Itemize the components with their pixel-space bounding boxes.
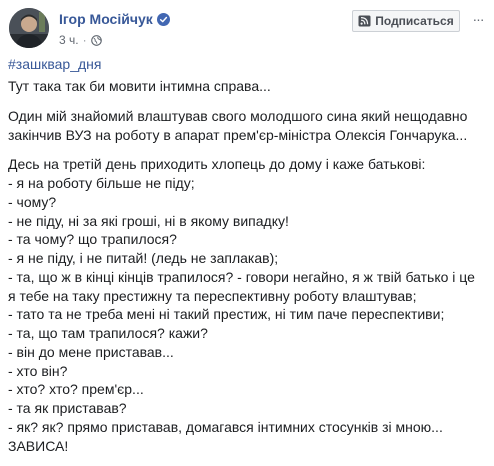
author-name-link[interactable]: Ігор Мосійчук <box>59 11 170 27</box>
post-body: Тут така так би мовити інтимна справа...… <box>8 77 490 466</box>
dialogue-line: - та, що ж в кінці кінців трапилося? - г… <box>8 268 475 285</box>
dialogue-line: - хто? хто? прем'єр... <box>8 381 144 398</box>
paragraph-1: Тут така так би мовити інтимна справа... <box>8 77 490 96</box>
dialogue-line: - хто він? <box>8 362 68 379</box>
more-options-button[interactable]: ··· <box>470 12 486 28</box>
dialogue-line: - як? як? прямо приставав, домагався інт… <box>8 418 443 435</box>
post-timestamp[interactable]: 3 ч. <box>59 33 79 47</box>
verified-badge-icon <box>156 13 170 26</box>
closing-line: ЗАВИСА! <box>8 437 69 454</box>
subscribe-label: Подписаться <box>375 14 454 28</box>
globe-icon[interactable] <box>90 34 102 46</box>
dialogue-line: - я на роботу більше не піду; <box>8 175 195 191</box>
meta-separator: · <box>82 33 87 47</box>
dialogue-line: - тато та не треба мені ні такий престиж… <box>8 306 445 323</box>
post-meta: 3 ч. · <box>59 33 102 47</box>
dialogue-line: - та чому? що трапилося? <box>8 231 177 248</box>
subscribe-button[interactable]: Подписаться <box>352 10 460 32</box>
author-name[interactable]: Ігор Мосійчук <box>59 11 153 27</box>
dialogue-line: - та, що там трапилося? кажи? <box>8 325 208 341</box>
paragraph-2: Один мій знайомий влаштував свого молодш… <box>8 107 490 145</box>
dialogue-line: - та як приставав? <box>8 400 127 416</box>
text-line: Десь на третій день приходить хлопець до… <box>8 156 426 173</box>
avatar[interactable] <box>9 8 49 48</box>
text-line: Тут така так би мовити інтимна справа... <box>8 78 271 94</box>
dialogue-line: - я не піду, і не питай! (ледь не заплак… <box>8 250 279 266</box>
text-line: закінчив ВУЗ на роботу в апарат прем'єр-… <box>8 126 468 143</box>
dialogue-line: - не піду, ні за які гроші, ні в якому в… <box>8 212 289 229</box>
facebook-post: Ігор Мосійчук 3 ч. · Подписаться ··· #за… <box>0 0 494 457</box>
dialogue-line: я тебе на таку престижну та переспективн… <box>8 287 417 304</box>
dialogue-line: - чому? <box>8 193 57 210</box>
rss-icon <box>358 15 371 27</box>
avatar-photo <box>9 8 49 48</box>
paragraph-3: Десь на третій день приходить хлопець до… <box>8 155 490 455</box>
text-line: Один мій знайомий влаштував свого молодш… <box>8 107 468 124</box>
hashtag-link[interactable]: #зашквар_дня <box>8 56 101 72</box>
dialogue-line: - він до мене приставав... <box>8 343 174 360</box>
